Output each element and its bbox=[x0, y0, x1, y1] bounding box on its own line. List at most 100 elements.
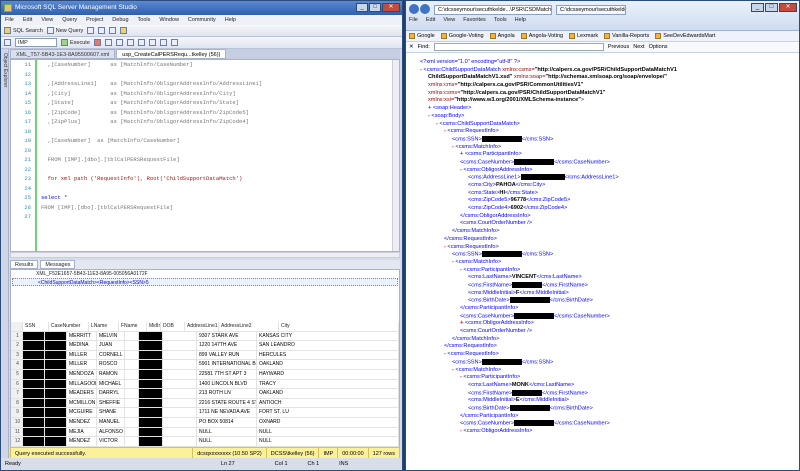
table-row[interactable]: 1 MERRITT MELVIN 9307 STARK AVE KANSAS CITY bbox=[11, 331, 399, 342]
table-row[interactable]: 8 MCMILLONSHEFFIE 2216 STATE ROUTE 4 STE 7… bbox=[11, 398, 399, 409]
table-row[interactable]: 11 MEJIA ALFONSO NULL NULL bbox=[11, 427, 399, 438]
xml-token: "http://calpers.ca.gov/PSR/ChildSupportD… bbox=[534, 66, 677, 73]
tab-messages[interactable]: Messages bbox=[40, 260, 76, 269]
column-header[interactable]: AddressLine1 bbox=[185, 322, 219, 331]
browser-menu-file[interactable]: File bbox=[409, 17, 418, 23]
favorite-icon bbox=[409, 33, 415, 39]
favorite-link[interactable]: Angola-Voting bbox=[520, 33, 563, 39]
address-bar[interactable]: C:\dcsseymour\secuthkelde...\PSR\CSDMatc… bbox=[434, 5, 552, 15]
comment-icon[interactable] bbox=[148, 39, 156, 46]
redacted-value bbox=[481, 251, 522, 258]
database-select[interactable]: IMP bbox=[15, 38, 57, 47]
indent-icon[interactable] bbox=[170, 39, 178, 46]
menu-item-query[interactable]: Query bbox=[62, 15, 77, 25]
find-options-button[interactable]: Options bbox=[649, 44, 668, 50]
table-row[interactable]: 3 MILLER CORNELL 899 VALLEY RUN HERCULES bbox=[11, 350, 399, 361]
menu-item-window[interactable]: Window bbox=[159, 15, 179, 25]
browser-close-button[interactable]: ✕ bbox=[779, 3, 797, 12]
column-header[interactable]: AddressLine2 bbox=[219, 322, 279, 331]
column-header[interactable]: CaseNumber bbox=[49, 322, 89, 331]
favorite-link[interactable]: Google bbox=[409, 33, 435, 39]
menu-item-tools[interactable]: Tools bbox=[138, 15, 151, 25]
column-header[interactable]: DOB bbox=[161, 322, 185, 331]
back-icon[interactable] bbox=[409, 4, 419, 14]
editor-horizontal-scrollbar[interactable] bbox=[10, 252, 400, 258]
find-previous-button[interactable]: Previous bbox=[608, 44, 629, 50]
stop-icon[interactable] bbox=[93, 39, 101, 46]
browser-menu-favorites[interactable]: Favorites bbox=[463, 17, 486, 23]
column-header[interactable]: SSN bbox=[23, 322, 49, 331]
table-row[interactable]: 6 MILLAGOOK MICHAEL 1400 LINCOLN BLVD TRACY bbox=[11, 379, 399, 390]
tab-xml-result[interactable]: XML_T57-5B43-1E3-8A95500607.xml bbox=[10, 49, 116, 59]
save-icon[interactable] bbox=[98, 27, 106, 34]
column-header[interactable]: LName bbox=[89, 322, 119, 331]
tab-current[interactable]: C:\dcsseymour\secuthkelde... bbox=[556, 5, 626, 15]
table-row[interactable]: 9 MCGUIRE SHANE 1711 NE NEVADA AVE FORT ST. … bbox=[11, 408, 399, 418]
column-header[interactable]: FName bbox=[119, 322, 147, 331]
tab-results[interactable]: Results bbox=[10, 260, 39, 269]
table-row[interactable]: 7 MEADERS DARRYL 213 ROTH LN OAKLAND bbox=[11, 389, 399, 399]
execute-button[interactable]: Execute bbox=[61, 39, 90, 46]
new-query-button[interactable]: New Query bbox=[46, 27, 83, 34]
maximize-button[interactable]: □ bbox=[369, 3, 381, 12]
close-button[interactable]: ✕ bbox=[382, 3, 400, 12]
favorite-link[interactable]: Vanilla-Reports bbox=[604, 33, 649, 39]
browser-minimize-button[interactable]: _ bbox=[751, 3, 764, 12]
save-all-icon[interactable] bbox=[109, 27, 117, 34]
menu-item-debug[interactable]: Debug bbox=[112, 15, 128, 25]
table-row[interactable]: 2 MEDINA JUAN 1220 147TH AVE SAN LEANDRO bbox=[11, 341, 399, 351]
column-header[interactable]: City bbox=[279, 322, 399, 331]
favorite-link[interactable]: Angola bbox=[489, 33, 515, 39]
xml-result-link[interactable]: <ChildSupportDataMatch><RequestInfo><SSN… bbox=[12, 278, 398, 286]
table-row[interactable]: 10 MENDEZ MANUEL PO BOX 50814 OXNARD bbox=[11, 417, 399, 428]
browser-menu-help[interactable]: Help bbox=[515, 17, 526, 23]
plan-icon[interactable] bbox=[115, 39, 123, 46]
editor-vertical-scrollbar[interactable] bbox=[392, 60, 399, 251]
ssms-titlebar[interactable]: Microsoft SQL Server Management Studio _… bbox=[1, 1, 402, 15]
results-grid-icon[interactable] bbox=[126, 39, 134, 46]
object-explorer-collapsed[interactable]: Object Explorer bbox=[1, 49, 9, 459]
column-header[interactable]: MidInit bbox=[147, 322, 161, 331]
menu-item-community[interactable]: Community bbox=[188, 15, 216, 25]
menu-item-project[interactable]: Project bbox=[86, 15, 103, 25]
find-label: Find: bbox=[417, 44, 430, 50]
find-next-button[interactable]: Next bbox=[633, 44, 644, 50]
find-input[interactable] bbox=[433, 43, 604, 51]
menu-item-file[interactable]: File bbox=[5, 15, 14, 25]
table-row[interactable]: 12 MENDEZ VICTOR NULL NULL bbox=[11, 437, 399, 447]
table-row[interactable]: 4 MILLERROSCO 5901 INTERNATIONAL BLVDOAKLA… bbox=[11, 360, 399, 370]
favorite-link[interactable]: Lexmark bbox=[569, 33, 598, 39]
menu-item-help[interactable]: Help bbox=[225, 15, 236, 25]
table-row[interactable]: 5 MENDOZA RAMON 22581 7TH ST APT 3 HAYWARD bbox=[11, 369, 399, 380]
browser-menu-tools[interactable]: Tools bbox=[494, 17, 507, 23]
minimize-button[interactable]: _ bbox=[356, 3, 368, 12]
xml-token: </cms:MiddleInitial> bbox=[519, 289, 569, 296]
redacted-value bbox=[514, 312, 555, 319]
menu-item-edit[interactable]: Edit bbox=[23, 15, 32, 25]
browser-maximize-button[interactable]: □ bbox=[765, 3, 778, 12]
favorite-link[interactable]: Google-Voting bbox=[440, 33, 484, 39]
tab-stored-procedure[interactable]: usp_CreateCalPERSRequ...tkelley (56)) bbox=[116, 49, 227, 59]
activity-monitor-icon[interactable] bbox=[120, 27, 128, 34]
menu-item-view[interactable]: View bbox=[41, 15, 53, 25]
fname-cell: JUAN bbox=[97, 341, 125, 350]
dob-cell-redacted bbox=[139, 360, 163, 369]
open-icon[interactable] bbox=[87, 27, 95, 34]
find-close-icon[interactable]: ✕ bbox=[409, 44, 414, 50]
code-lines[interactable]: ,[CaseNumber] as [MatchInfo/CaseNumber] … bbox=[41, 60, 391, 250]
query-editor[interactable]: 11 12 13 14 15 16 17 18 19 20 21 22 23 24 25 26 27 ,[Cas… bbox=[10, 59, 400, 252]
forward-icon[interactable] bbox=[420, 4, 430, 14]
browser-menu-edit[interactable]: Edit bbox=[426, 17, 435, 23]
sql-search-button[interactable]: SQL Search bbox=[4, 27, 43, 34]
favorite-link[interactable]: SeeDevEdwardsMart bbox=[655, 33, 715, 39]
results-text-icon[interactable] bbox=[137, 39, 145, 46]
line-number: 16 bbox=[24, 108, 31, 116]
browser-menu-view[interactable]: View bbox=[443, 17, 455, 23]
xml-token: 96778 bbox=[510, 197, 527, 204]
favorites-bar: Google Google-Voting Angola Angola-Voting Le… bbox=[406, 31, 799, 42]
parse-icon[interactable] bbox=[104, 39, 112, 46]
uncomment-icon[interactable] bbox=[159, 39, 167, 46]
row-number-header bbox=[11, 322, 23, 331]
